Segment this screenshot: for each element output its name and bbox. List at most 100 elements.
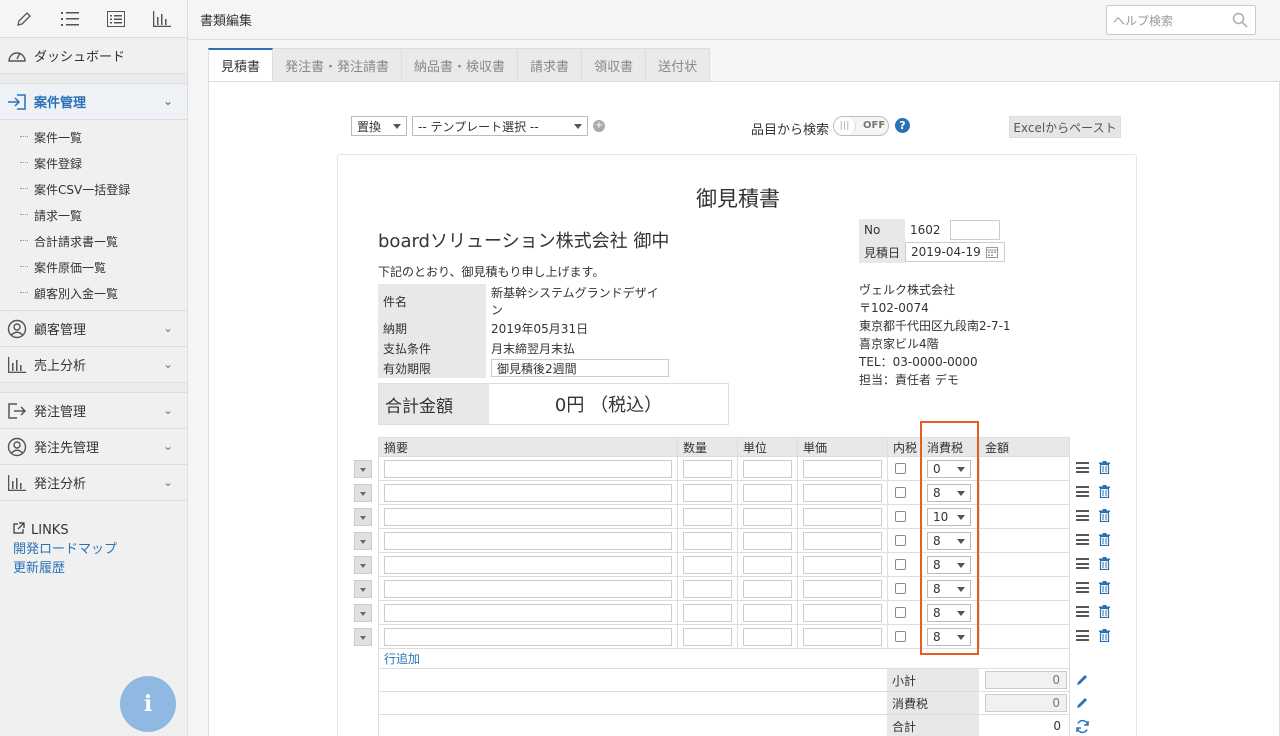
submenu-item-case-csv[interactable]: 案件CSV一括登録 — [18, 176, 187, 202]
row-menu-button[interactable] — [354, 556, 372, 574]
unit-price-input[interactable] — [803, 459, 882, 478]
unit-input[interactable] — [743, 531, 792, 550]
tab-cover-letter[interactable]: 送付状 — [646, 48, 711, 82]
description-input[interactable] — [384, 627, 672, 646]
row-menu-button[interactable] — [354, 484, 372, 502]
tax-inclusive-checkbox[interactable] — [895, 583, 906, 594]
trash-icon[interactable] — [1099, 461, 1110, 475]
unit-input[interactable] — [743, 627, 792, 646]
unit-price-input[interactable] — [803, 579, 882, 598]
meta-value[interactable]: 2019年05月31日 — [486, 318, 674, 338]
row-menu-button[interactable] — [354, 604, 372, 622]
description-input[interactable] — [384, 603, 672, 622]
no-suffix-input[interactable] — [949, 220, 1000, 240]
drag-handle-icon[interactable] — [1076, 462, 1089, 473]
sidebar-item-dashboard[interactable]: ダッシュボード — [0, 38, 187, 74]
sidebar-item-customer-management[interactable]: 顧客管理 ⌄ — [0, 311, 187, 347]
submenu-item-billing-list[interactable]: 請求一覧 — [18, 202, 187, 228]
sidebar-item-supplier-management[interactable]: 発注先管理 ⌄ — [0, 429, 187, 465]
trash-icon[interactable] — [1099, 557, 1110, 571]
quantity-input[interactable] — [683, 627, 732, 646]
sidebar-item-order-analysis[interactable]: 発注分析 ⌄ — [0, 465, 187, 501]
unit-input[interactable] — [743, 579, 792, 598]
trash-icon[interactable] — [1099, 533, 1110, 547]
unit-price-input[interactable] — [803, 555, 882, 574]
description-input[interactable] — [384, 483, 672, 502]
submenu-item-case-cost[interactable]: 案件原価一覧 — [18, 254, 187, 280]
tax-inclusive-checkbox[interactable] — [895, 607, 906, 618]
sidebar-item-order-management[interactable]: 発注管理 ⌄ — [0, 393, 187, 429]
link-roadmap[interactable]: 開発ロードマップ — [13, 540, 117, 559]
list-icon[interactable] — [60, 9, 80, 29]
unit-price-input[interactable] — [803, 507, 882, 526]
submenu-item-case-register[interactable]: 案件登録 — [18, 150, 187, 176]
pencil-icon[interactable] — [14, 9, 34, 29]
search-icon[interactable] — [1232, 12, 1248, 31]
trash-icon[interactable] — [1099, 629, 1110, 643]
edit-pencil-icon[interactable] — [1075, 673, 1089, 690]
drag-handle-icon[interactable] — [1076, 630, 1089, 641]
tab-invoice[interactable]: 請求書 — [518, 48, 583, 82]
client-name[interactable]: boardソリューション株式会社 御中 — [378, 227, 669, 253]
drag-handle-icon[interactable] — [1076, 534, 1089, 545]
tax-inclusive-checkbox[interactable] — [895, 535, 906, 546]
quantity-input[interactable] — [683, 555, 732, 574]
drag-handle-icon[interactable] — [1076, 558, 1089, 569]
quantity-input[interactable] — [683, 579, 732, 598]
item-search-toggle[interactable]: ||| OFF — [833, 116, 889, 136]
submenu-item-customer-payment[interactable]: 顧客別入金一覧 — [18, 280, 187, 306]
tab-purchase-order[interactable]: 発注書・発注請書 — [273, 48, 403, 82]
trash-icon[interactable] — [1099, 605, 1110, 619]
unit-price-input[interactable] — [803, 483, 882, 502]
quantity-input[interactable] — [683, 507, 732, 526]
meta-value[interactable]: 月末締翌月末払 — [486, 338, 674, 358]
row-menu-button[interactable] — [354, 508, 372, 526]
meta-value[interactable]: 新基幹システムグランドデザイン — [486, 284, 674, 318]
submenu-item-total-invoice[interactable]: 合計請求書一覧 — [18, 228, 187, 254]
drag-handle-icon[interactable] — [1076, 486, 1089, 497]
help-icon[interactable]: ? — [895, 118, 910, 133]
unit-price-input[interactable] — [803, 627, 882, 646]
replace-select[interactable]: 置換 — [351, 116, 407, 136]
tab-quotation[interactable]: 見積書 — [208, 48, 274, 82]
drag-handle-icon[interactable] — [1076, 510, 1089, 521]
refresh-icon[interactable] — [1075, 719, 1090, 736]
row-menu-button[interactable] — [354, 460, 372, 478]
description-input[interactable] — [384, 555, 672, 574]
quote-date-input[interactable]: 2019-04-19 — [905, 242, 1006, 262]
quantity-input[interactable] — [683, 483, 732, 502]
template-select[interactable]: -- テンプレート選択 -- — [412, 116, 588, 136]
edit-pencil-icon[interactable] — [1075, 696, 1089, 713]
checklist-icon[interactable] — [106, 9, 126, 29]
quantity-input[interactable] — [683, 531, 732, 550]
tax-inclusive-checkbox[interactable] — [895, 631, 906, 642]
submenu-item-case-list[interactable]: 案件一覧 — [18, 124, 187, 150]
tax-inclusive-checkbox[interactable] — [895, 463, 906, 474]
quantity-input[interactable] — [683, 603, 732, 622]
unit-input[interactable] — [743, 507, 792, 526]
unit-input[interactable] — [743, 603, 792, 622]
calendar-icon[interactable] — [986, 246, 999, 261]
greeting-text[interactable]: 下記のとおり、御見積もり申し上げます。 — [378, 263, 604, 280]
trash-icon[interactable] — [1099, 581, 1110, 595]
description-input[interactable] — [384, 459, 672, 478]
tax-inclusive-checkbox[interactable] — [895, 487, 906, 498]
info-button[interactable]: i — [120, 676, 176, 732]
tax-inclusive-checkbox[interactable] — [895, 511, 906, 522]
row-menu-button[interactable] — [354, 532, 372, 550]
bar-chart-icon[interactable] — [152, 9, 172, 29]
unit-price-input[interactable] — [803, 531, 882, 550]
trash-icon[interactable] — [1099, 509, 1110, 523]
tax-inclusive-checkbox[interactable] — [895, 559, 906, 570]
sidebar-item-case-management[interactable]: 案件管理 ⌄ — [0, 84, 187, 120]
unit-input[interactable] — [743, 459, 792, 478]
add-template-icon[interactable]: + — [593, 120, 605, 132]
issuer-company[interactable]: ヴェルク株式会社 〒102-0074 東京都千代田区九段南2-7-1 喜京家ビル… — [859, 281, 1011, 389]
drag-handle-icon[interactable] — [1076, 582, 1089, 593]
tab-delivery-note[interactable]: 納品書・検収書 — [402, 48, 519, 82]
row-menu-button[interactable] — [354, 628, 372, 646]
drag-handle-icon[interactable] — [1076, 606, 1089, 617]
unit-price-input[interactable] — [803, 603, 882, 622]
sidebar-item-sales-analysis[interactable]: 売上分析 ⌄ — [0, 347, 187, 383]
quantity-input[interactable] — [683, 459, 732, 478]
